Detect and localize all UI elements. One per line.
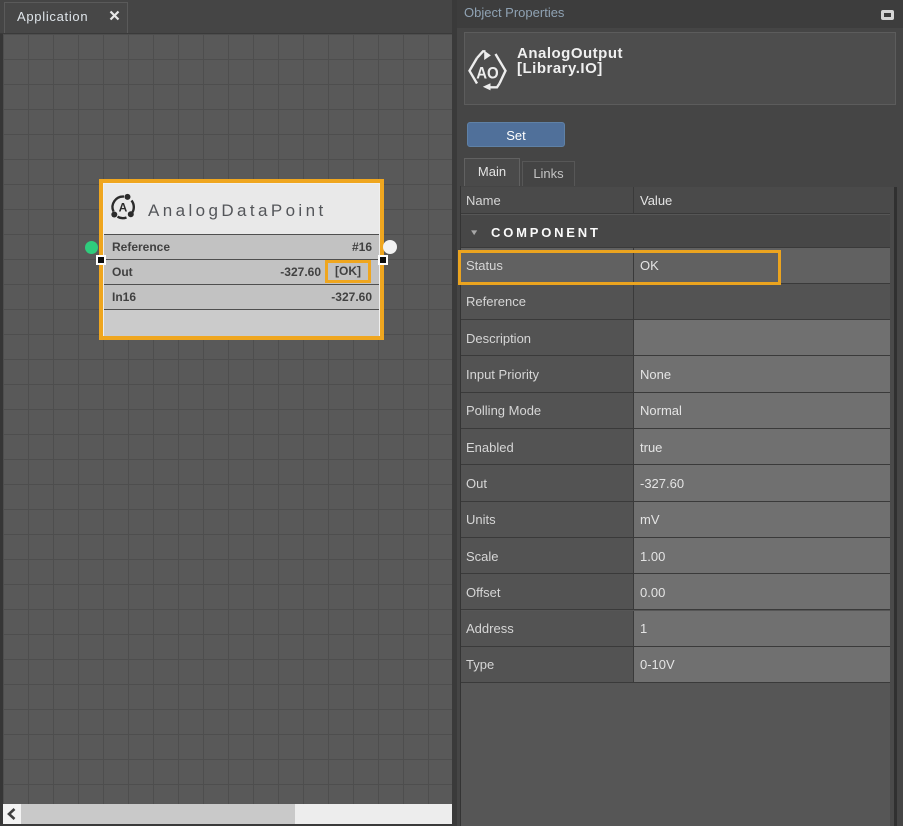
svg-text:A: A: [119, 201, 128, 215]
svg-text:AO: AO: [476, 63, 499, 82]
